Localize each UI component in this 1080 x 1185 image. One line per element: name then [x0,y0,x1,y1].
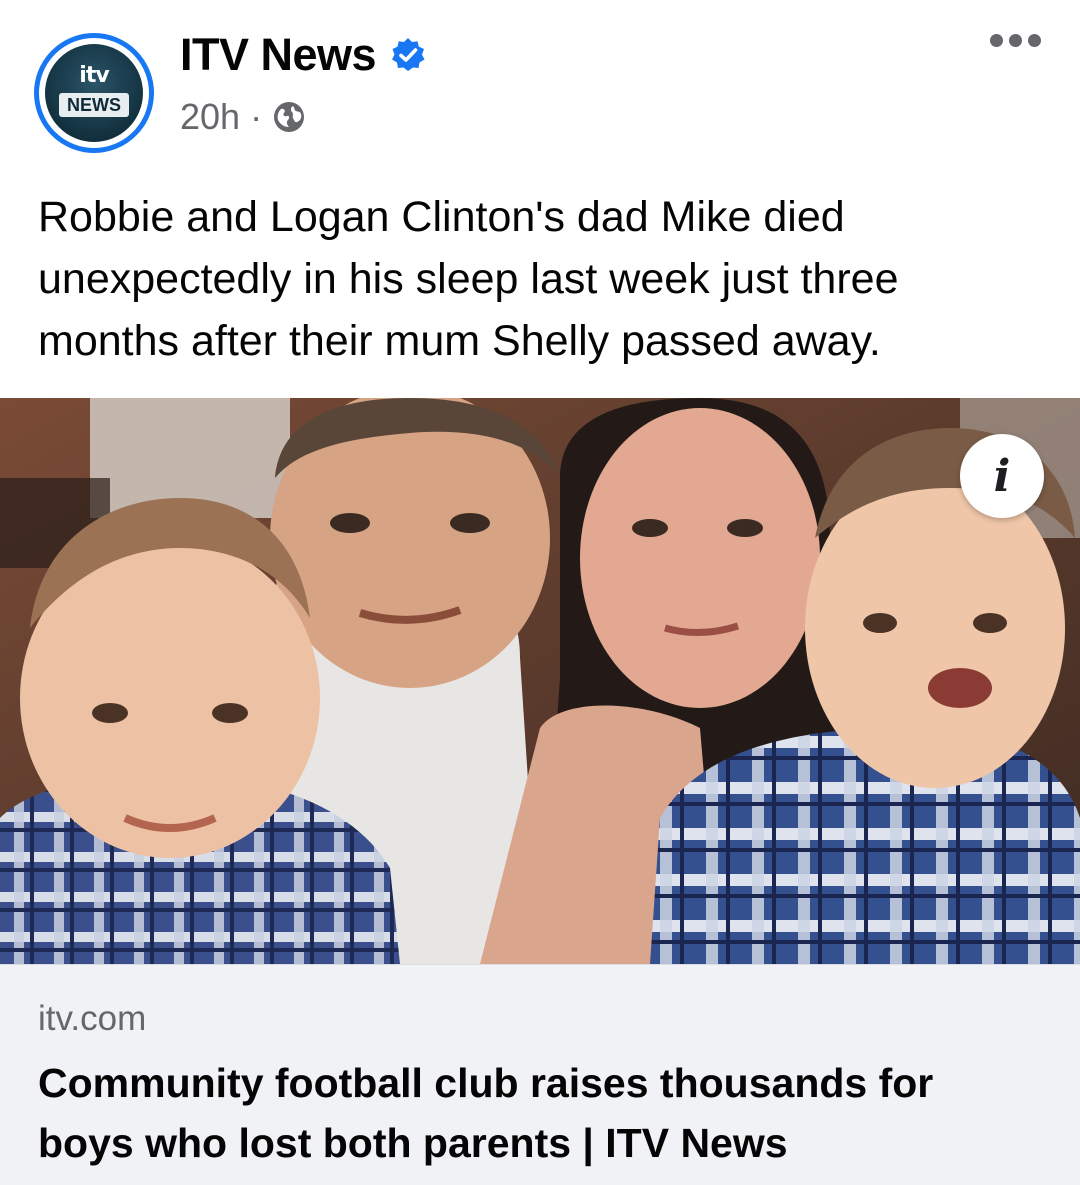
link-domain: itv.com [38,999,147,1038]
meta-separator: · [250,96,263,137]
facebook-post: itv NEWS ITV News 20h · Robbie and Logan… [0,0,1080,1185]
page-name-row: ITV News [180,29,426,81]
post-caption: Robbie and Logan Clinton's dad Mike died… [38,193,899,365]
more-dot [1009,34,1022,47]
family-photo-illustration [0,398,1080,964]
avatar-brand-text: itv [79,63,109,88]
avatar-news-label: NEWS [59,93,129,117]
post-meta: 20h · [180,96,306,138]
itv-news-logo: itv NEWS [45,44,143,142]
link-preview[interactable]: itv.com Community football club raises t… [0,964,1080,1185]
globe-icon[interactable] [272,100,306,134]
page-name[interactable]: ITV News [180,29,377,81]
more-options-button[interactable] [990,34,1041,47]
post-time[interactable]: 20h [180,96,240,138]
more-dot [990,34,1003,47]
more-dot [1028,34,1041,47]
post-photo[interactable] [0,398,1080,964]
link-headline[interactable]: Community football club raises thousands… [38,1053,1038,1173]
page-avatar[interactable]: itv NEWS [34,33,154,153]
info-icon[interactable]: i [960,434,1044,518]
verified-badge-icon [392,38,425,71]
